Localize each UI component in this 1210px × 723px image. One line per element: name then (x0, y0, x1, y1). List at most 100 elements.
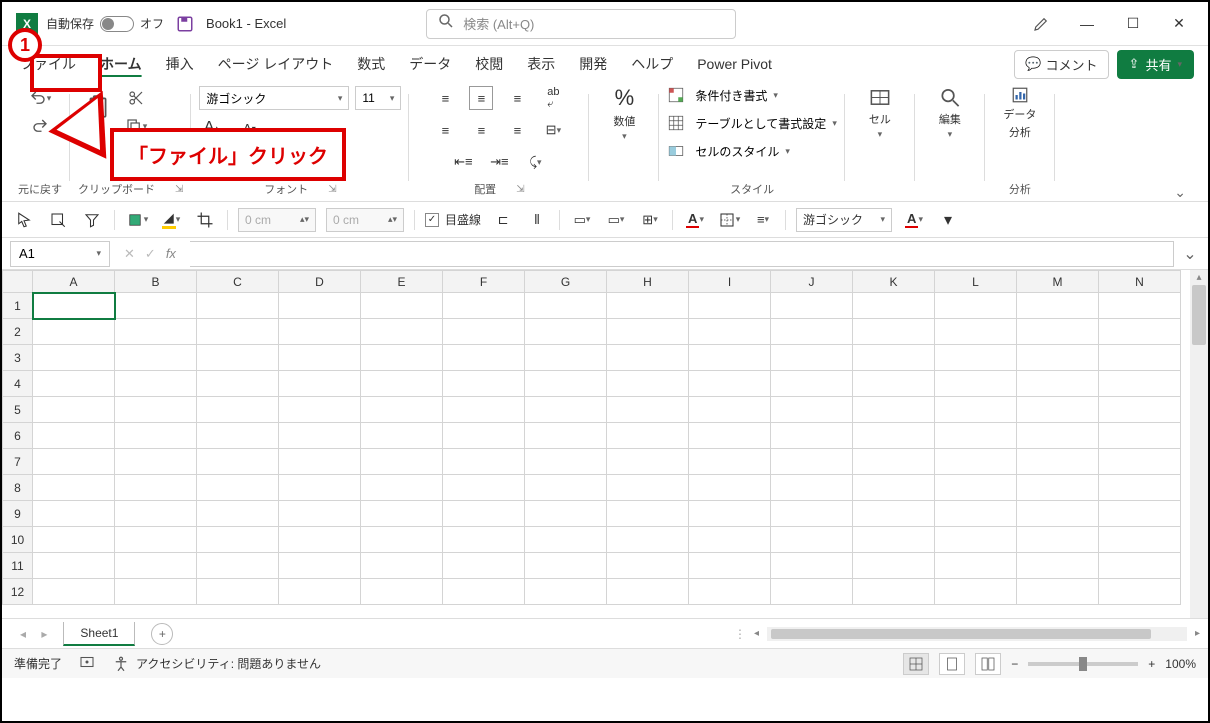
cell[interactable] (1099, 475, 1181, 501)
cell[interactable] (443, 371, 525, 397)
increase-indent-button[interactable]: ⇥≡ (487, 150, 511, 174)
cell[interactable] (443, 345, 525, 371)
cell[interactable] (115, 397, 197, 423)
cell[interactable] (279, 293, 361, 319)
col-header[interactable]: G (525, 271, 607, 293)
cell[interactable] (361, 345, 443, 371)
cell[interactable] (935, 553, 1017, 579)
cell-styles-button[interactable]: セルのスタイル▾ (667, 142, 790, 160)
row-header[interactable]: 9 (3, 501, 33, 527)
cell[interactable] (525, 345, 607, 371)
pen-icon[interactable] (1018, 4, 1064, 44)
shape-fill-button[interactable]: ▾ (125, 208, 149, 232)
sheet-tab-sheet1[interactable]: Sheet1 (63, 622, 135, 646)
cell[interactable] (689, 319, 771, 345)
cell[interactable] (33, 319, 115, 345)
cell[interactable] (935, 527, 1017, 553)
col-header[interactable]: L (935, 271, 1017, 293)
cell[interactable] (443, 397, 525, 423)
split-handle-icon[interactable]: ⋮ (734, 627, 746, 641)
format-as-table-button[interactable]: テーブルとして書式設定▾ (667, 114, 836, 132)
maximize-button[interactable]: ☐ (1110, 4, 1156, 44)
col-header[interactable]: M (1017, 271, 1099, 293)
cell[interactable] (1017, 423, 1099, 449)
cell[interactable] (361, 397, 443, 423)
cell[interactable] (33, 397, 115, 423)
width-input[interactable]: 0 cm▴▾ (238, 208, 316, 232)
align-objects-center-button[interactable]: ⫴ (525, 208, 549, 232)
cell[interactable] (689, 553, 771, 579)
cell[interactable] (197, 319, 279, 345)
cell[interactable] (525, 423, 607, 449)
cell[interactable] (607, 397, 689, 423)
cell[interactable] (771, 397, 853, 423)
cell[interactable] (689, 449, 771, 475)
cell[interactable] (1099, 423, 1181, 449)
cell[interactable] (771, 553, 853, 579)
cell[interactable] (361, 293, 443, 319)
zoom-slider[interactable] (1028, 662, 1138, 666)
cancel-formula-button[interactable]: ✕ (124, 246, 135, 262)
col-header[interactable]: N (1099, 271, 1181, 293)
enter-formula-button[interactable]: ✓ (145, 246, 156, 262)
cell[interactable] (115, 423, 197, 449)
more-button[interactable]: ▾ (936, 208, 960, 232)
cell[interactable] (115, 293, 197, 319)
formula-input[interactable] (190, 241, 1174, 267)
cell[interactable] (115, 475, 197, 501)
cell[interactable] (279, 319, 361, 345)
zoom-out-button[interactable]: − (1011, 657, 1018, 671)
tab-view[interactable]: 表示 (515, 48, 567, 80)
cell[interactable] (279, 501, 361, 527)
accessibility-status[interactable]: アクセシビリティ: 問題ありません (112, 655, 321, 673)
cell[interactable] (115, 501, 197, 527)
cell[interactable] (771, 449, 853, 475)
align-right-button[interactable]: ≡ (505, 118, 529, 142)
decrease-indent-button[interactable]: ⇤≡ (451, 150, 475, 174)
sheet-nav-buttons[interactable]: ◂ ▸ (10, 627, 63, 641)
cell[interactable] (935, 501, 1017, 527)
cell[interactable] (361, 501, 443, 527)
cell[interactable] (33, 501, 115, 527)
align-middle-button[interactable]: ≡ (469, 86, 493, 110)
minimize-button[interactable]: — (1064, 4, 1110, 44)
tab-help[interactable]: ヘルプ (619, 48, 685, 80)
number-format-button[interactable]: % 数値 ▾ (604, 86, 644, 140)
cell[interactable] (1017, 397, 1099, 423)
cell[interactable] (607, 371, 689, 397)
cell[interactable] (279, 423, 361, 449)
cell[interactable] (771, 423, 853, 449)
cell[interactable] (853, 319, 935, 345)
cell[interactable] (115, 345, 197, 371)
cell[interactable] (33, 553, 115, 579)
col-header[interactable]: K (853, 271, 935, 293)
col-header[interactable]: I (689, 271, 771, 293)
cell[interactable] (689, 579, 771, 605)
cell[interactable] (853, 293, 935, 319)
orientation-button[interactable]: ⤹▾ (523, 150, 547, 174)
cell[interactable] (33, 579, 115, 605)
cell[interactable] (607, 501, 689, 527)
col-header[interactable]: D (279, 271, 361, 293)
cell[interactable] (443, 319, 525, 345)
cell[interactable] (33, 449, 115, 475)
cell[interactable] (525, 579, 607, 605)
align-objects-left-button[interactable]: ⊏ (491, 208, 515, 232)
macro-icon[interactable] (78, 653, 96, 674)
cell[interactable] (115, 371, 197, 397)
cell[interactable] (443, 293, 525, 319)
dialog-launcher-icon[interactable]: ⇲ (328, 184, 336, 195)
cell[interactable] (197, 371, 279, 397)
name-box[interactable]: A1 ▾ (10, 241, 110, 267)
cell[interactable] (771, 319, 853, 345)
col-header[interactable]: B (115, 271, 197, 293)
cell[interactable] (279, 553, 361, 579)
cell[interactable] (443, 579, 525, 605)
share-button[interactable]: ⇪ 共有 ▾ (1117, 50, 1194, 79)
cell[interactable] (1099, 449, 1181, 475)
col-header[interactable]: C (197, 271, 279, 293)
cell[interactable] (607, 475, 689, 501)
cell[interactable] (525, 475, 607, 501)
cell[interactable] (361, 553, 443, 579)
align-center-button[interactable]: ≡ (469, 118, 493, 142)
